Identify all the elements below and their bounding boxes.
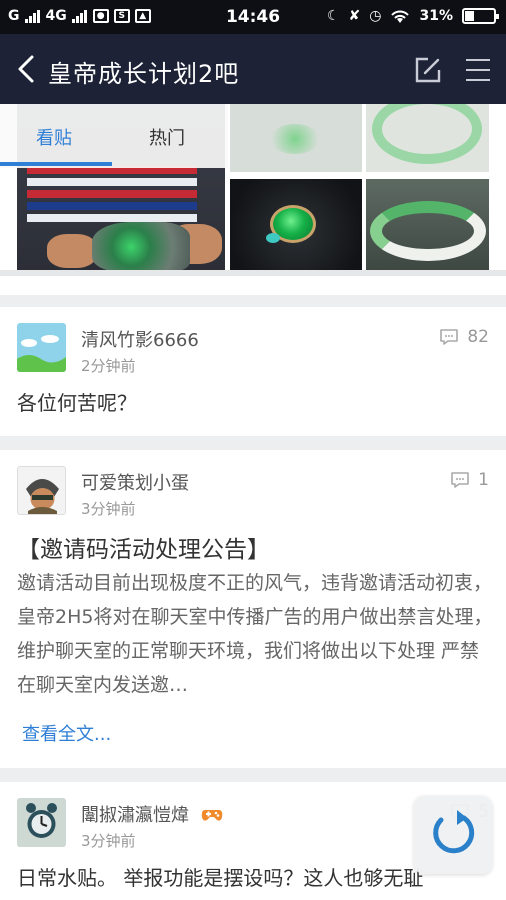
edit-icon[interactable] xyxy=(414,56,442,84)
post-time: 3分钟前 xyxy=(81,500,136,518)
post-title[interactable]: 各位何苦呢？ xyxy=(17,387,137,416)
back-arrow-icon[interactable] xyxy=(14,54,38,84)
post-title[interactable]: 【邀请码活动处理公告】 xyxy=(17,530,270,564)
section-divider xyxy=(0,270,506,276)
reply-count-value: 82 xyxy=(467,327,489,347)
mute-icon: ✘ xyxy=(348,8,361,24)
status-right: ☾ ✘ ◷ 31% xyxy=(326,7,499,25)
clock-avatar-icon xyxy=(17,798,66,847)
jade-photo-3[interactable] xyxy=(366,104,489,172)
jade-ring-photo[interactable] xyxy=(230,179,362,273)
post-excerpt: 邀请活动目前出现极度不正的风气，违背邀请活动初衷，皇帝2H5将对在聊天室中传播广… xyxy=(17,572,493,696)
jade-shape xyxy=(270,124,320,154)
status-bar: G 4G ● S ▲ 14:46 ☾ ✘ ◷ 31% xyxy=(0,0,506,34)
jade-photo-2[interactable] xyxy=(230,104,362,172)
avatar[interactable] xyxy=(17,798,66,847)
comment-icon xyxy=(440,329,459,345)
battery-icon xyxy=(462,8,499,24)
post-time: 2分钟前 xyxy=(81,357,136,375)
shirt-stripe xyxy=(27,178,197,186)
tab-latest[interactable]: 看贴 xyxy=(36,124,72,150)
battery-percent: 31% xyxy=(419,8,453,24)
author-name-text: 闈掓潚瀛愷煒 xyxy=(81,805,189,826)
landscape-avatar-icon xyxy=(17,323,66,372)
post-time: 3分钟前 xyxy=(81,832,136,850)
active-tab-indicator xyxy=(0,162,112,166)
author-name[interactable]: 清风竹影6666 xyxy=(81,326,199,352)
jade-stone-shape xyxy=(92,222,190,272)
warrior-avatar-icon xyxy=(26,479,59,514)
comment-icon xyxy=(451,472,469,488)
author-name[interactable]: 闈掓潚瀛愷煒 xyxy=(81,801,223,827)
read-more-link[interactable]: 查看全文... xyxy=(22,720,111,746)
alarm-icon: ◷ xyxy=(369,8,382,24)
tab-hot[interactable]: 热门 xyxy=(149,124,185,150)
tab-bar: 看贴 热门 xyxy=(0,104,228,168)
gamepad-badge-icon xyxy=(201,810,222,821)
shirt-stripe xyxy=(27,214,197,222)
post-card[interactable]: 清风竹影6666 2分钟前 82 各位何苦呢？ xyxy=(0,307,506,436)
bangle-shape xyxy=(372,104,482,164)
reply-count[interactable]: 1 xyxy=(450,470,489,490)
bangle-shape xyxy=(370,201,486,261)
shirt-stripe xyxy=(27,202,197,210)
refresh-button[interactable] xyxy=(414,796,492,874)
post-title[interactable]: 日常水贴。 举报功能是摆设吗？这人也够无耻 xyxy=(17,862,423,891)
wifi-icon xyxy=(391,10,410,23)
jade-bangle-photo[interactable] xyxy=(366,179,489,273)
reply-count-value: 1 xyxy=(478,470,489,490)
post-card[interactable]: 可爱策划小蛋 3分钟前 1 【邀请码活动处理公告】 邀请活动目前出现极度不正的风… xyxy=(0,450,506,768)
author-name[interactable]: 可爱策划小蛋 xyxy=(81,469,189,495)
menu-icon[interactable] xyxy=(464,56,492,84)
avatar[interactable] xyxy=(17,466,66,515)
shirt-stripe xyxy=(27,190,197,198)
ring-accent xyxy=(266,233,280,243)
refresh-icon xyxy=(433,810,475,854)
avatar[interactable] xyxy=(17,323,66,372)
page-title: 皇帝成长计划2吧 xyxy=(48,60,240,88)
top-nav-bar: 皇帝成长计划2吧 xyxy=(0,34,506,104)
moon-icon: ☾ xyxy=(326,8,340,24)
hand-shape xyxy=(47,234,97,268)
reply-count[interactable]: 82 xyxy=(439,327,489,347)
